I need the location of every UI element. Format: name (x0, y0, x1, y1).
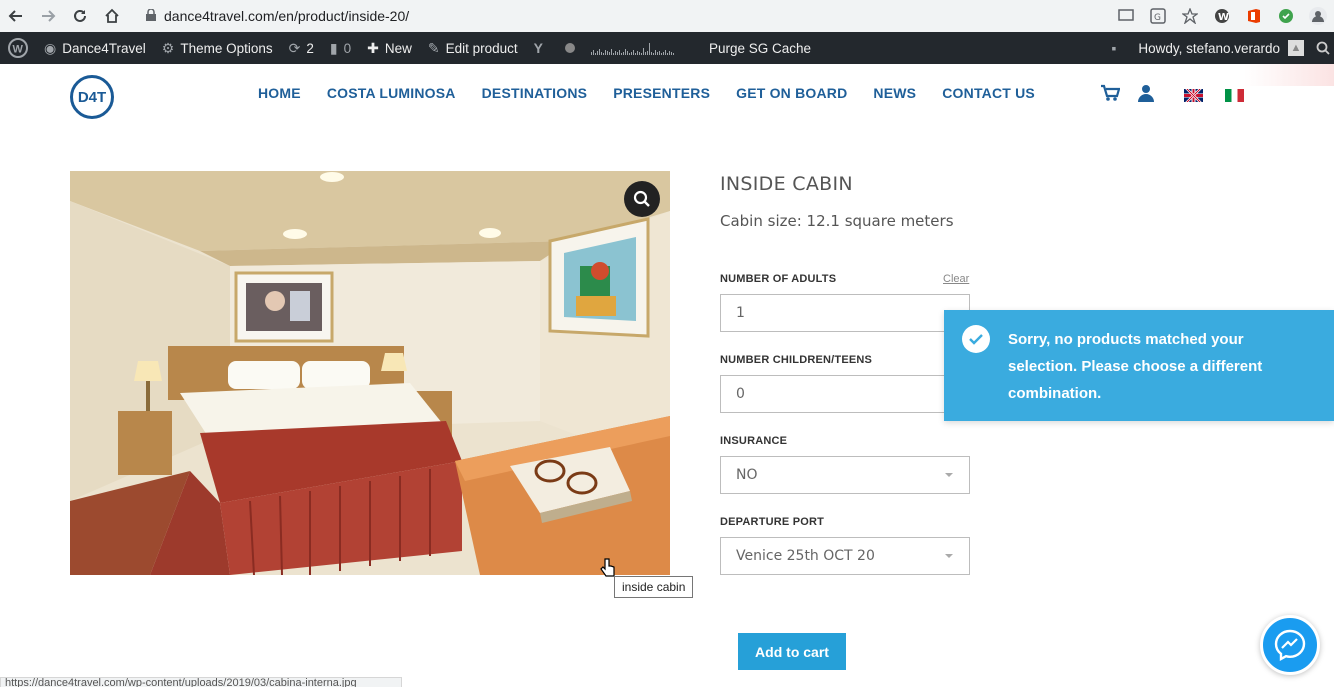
chevron-down-icon (945, 473, 953, 477)
selection-notice: Sorry, no products matched your selectio… (944, 310, 1334, 421)
wp-theme-options[interactable]: ⚙ Theme Options (154, 32, 281, 64)
clear-link[interactable]: Clear (943, 273, 969, 285)
cart-icon[interactable] (1100, 84, 1121, 107)
nav-destinations[interactable]: DESTINATIONS (482, 85, 588, 101)
user-icon[interactable] (1138, 84, 1154, 107)
image-tooltip: inside cabin (614, 576, 694, 598)
site-header: D4T HOME COSTA LUMINOSA DESTINATIONS PRE… (0, 64, 1334, 126)
seo-status-dot-icon (557, 32, 583, 64)
forward-arrow-icon[interactable] (32, 3, 64, 29)
add-to-cart-button[interactable]: Add to cart (738, 633, 846, 670)
purge-cache[interactable]: Purge SG Cache (701, 32, 819, 64)
notification-icon[interactable]: ▪ (1103, 32, 1130, 64)
comments-icon: ▮ (329, 39, 338, 56)
updates-icon: ⟳ (288, 39, 301, 56)
insurance-select[interactable]: NO (720, 456, 970, 494)
nav-news[interactable]: NEWS (873, 85, 916, 101)
header-icons (1100, 84, 1244, 107)
product-image[interactable] (70, 171, 670, 575)
bookmark-star-icon[interactable] (1174, 0, 1206, 32)
pencil-icon: ✎ (427, 39, 440, 56)
wp-account[interactable]: Howdy, stefano.verardo ▲ (1130, 32, 1316, 64)
children-field[interactable]: 0 (720, 375, 970, 413)
wp-comments[interactable]: ▮ 0 (322, 32, 359, 64)
messenger-chat-icon[interactable] (1260, 615, 1320, 675)
wordpress-extension-icon[interactable]: W (1206, 0, 1238, 32)
product-title: INSIDE CABIN (720, 173, 853, 195)
status-bar-url: https://dance4travel.com/wp-content/uplo… (0, 677, 402, 687)
url-text: dance4travel.com/en/product/inside-20/ (164, 8, 410, 24)
nav-presenters[interactable]: PRESENTERS (613, 85, 710, 101)
main-nav: HOME COSTA LUMINOSA DESTINATIONS PRESENT… (258, 85, 1035, 101)
translate-icon[interactable]: G (1142, 0, 1174, 32)
svg-text:W: W (13, 44, 24, 56)
nav-get-on-board[interactable]: GET ON BOARD (736, 85, 847, 101)
wp-site-name[interactable]: ◉ Dance4Travel (36, 32, 154, 64)
browser-extensions: G W (1110, 0, 1334, 32)
children-label: NUMBER CHILDREN/TEENS (720, 354, 873, 366)
wp-user-area: ▪ Howdy, stefano.verardo ▲ (1103, 32, 1334, 64)
adults-field[interactable]: 1 (720, 294, 970, 332)
back-arrow-icon[interactable] (0, 3, 32, 29)
yoast-icon[interactable]: Y (526, 32, 557, 64)
svg-text:G: G (1154, 13, 1161, 23)
options-icon: ⚙ (161, 39, 175, 56)
reload-icon[interactable] (64, 3, 96, 29)
cabin-photo (70, 171, 670, 575)
nav-home[interactable]: HOME (258, 85, 301, 101)
home-icon[interactable] (96, 3, 128, 29)
wp-new[interactable]: ✚ New (359, 32, 420, 64)
office-icon[interactable] (1238, 0, 1270, 32)
wp-logo-icon[interactable]: W (0, 32, 36, 64)
avatar: ▲ (1288, 40, 1304, 56)
traffic-sparkline (590, 41, 687, 55)
lock-icon (146, 7, 156, 24)
address-bar[interactable]: dance4travel.com/en/product/inside-20/ (134, 3, 1184, 29)
departure-port-select[interactable]: Venice 25th OCT 20 (720, 537, 970, 575)
wp-updates[interactable]: ⟳ 2 (281, 32, 322, 64)
decorative-fade (1244, 64, 1334, 86)
svg-text:W: W (1218, 12, 1229, 23)
nav-costa-luminosa[interactable]: COSTA LUMINOSA (327, 85, 456, 101)
cabin-size: Cabin size: 12.1 square meters (720, 212, 954, 230)
notice-message: Sorry, no products matched your selectio… (1008, 331, 1263, 402)
browser-toolbar: dance4travel.com/en/product/inside-20/ G… (0, 0, 1334, 32)
flag-italy-icon[interactable] (1225, 89, 1244, 102)
chevron-down-icon (945, 554, 953, 558)
nav-contact-us[interactable]: CONTACT US (942, 85, 1035, 101)
plus-icon: ✚ (367, 39, 379, 56)
dashboard-icon: ◉ (44, 39, 57, 56)
adults-label: NUMBER OF ADULTS (720, 273, 837, 285)
checkmark-icon (962, 325, 990, 353)
search-icon[interactable] (1316, 32, 1334, 64)
flag-uk-icon[interactable] (1184, 89, 1203, 102)
cast-icon[interactable] (1110, 0, 1142, 32)
profile-icon[interactable] (1302, 0, 1334, 32)
grammar-extension-icon[interactable] (1270, 0, 1302, 32)
departure-port-label: DEPARTURE PORT (720, 516, 825, 528)
wp-edit-product[interactable]: ✎ Edit product (420, 32, 526, 64)
insurance-label: INSURANCE (720, 435, 788, 447)
zoom-magnifier-icon[interactable] (624, 181, 660, 217)
site-logo[interactable]: D4T (70, 75, 114, 119)
wp-admin-bar: W ◉ Dance4Travel ⚙ Theme Options ⟳ 2 ▮ 0… (0, 32, 1334, 64)
